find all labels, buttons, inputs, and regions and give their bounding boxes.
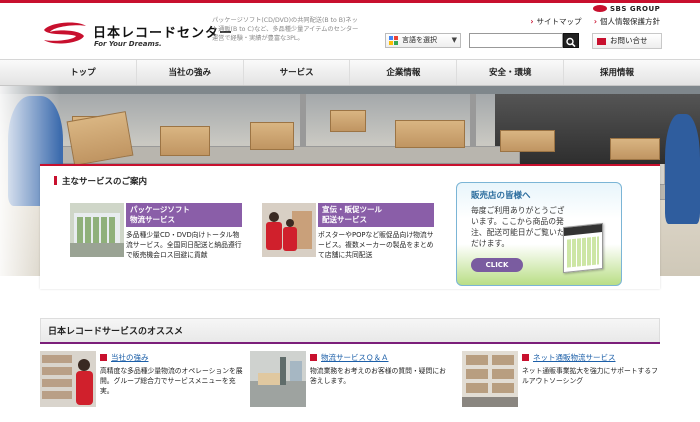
search-icon [566, 37, 576, 48]
recommend-text: 物流業務をお考えのお客様の質問・疑問にお答えします。 [310, 367, 446, 385]
mail-icon [597, 38, 606, 45]
package-software-photo [70, 203, 124, 257]
top-accent-line [0, 0, 700, 3]
site-logo[interactable]: 日本レコードセンター For Your Dreams. [40, 20, 232, 50]
red-square-icon [310, 354, 317, 361]
ceiling-beam [0, 86, 700, 94]
recommend-header: 日本レコードサービスのオススメ [40, 314, 660, 344]
services-panel: 主なサービスのご案内 パッケージソフト 物流サービス 多品種少量CD・DVD向けト… [40, 164, 660, 289]
cardboard-box [250, 122, 294, 150]
cardboard-box [330, 110, 366, 132]
service-text: ポスターやPOPなど販促品向け物流サービス。複数メーカーの製品をまとめて店舗に共… [318, 231, 434, 259]
recommend-item-qa[interactable]: 物流サービスＱ＆Ａ 物流業務をお考えのお客様の質問・疑問にお答えします。 [250, 351, 450, 411]
service-card-promo[interactable]: 宣伝・販促ツール 配送サービス ポスターやPOPなど販促品向け物流サービス。複数メ… [262, 203, 437, 293]
calendar-icon [563, 222, 603, 274]
search-input[interactable] [469, 33, 563, 48]
recommend-text: 高精度な多品種少量物流のオペレーションを展開。グループ総合力でサービスメニューを… [100, 367, 243, 395]
promo-delivery-photo [262, 203, 316, 257]
nav-item-top[interactable]: トップ [30, 60, 137, 85]
search-button[interactable] [563, 33, 579, 48]
services-title: 主なサービスのご案内 [54, 175, 147, 187]
nav-item-recruit[interactable]: 採用情報 [564, 60, 670, 85]
recommend-title: 日本レコードサービスのオススメ [48, 327, 184, 337]
banner-title: 販売店の皆様へ [471, 191, 531, 201]
dropdown-arrow-icon: ▼ [451, 36, 457, 44]
red-square-icon [522, 354, 529, 361]
chevron-right-icon: › [530, 17, 534, 26]
recommend-head: 物流サービスＱ＆Ａ [310, 352, 389, 363]
recommend-head: 当社の強み [100, 352, 149, 363]
sbs-mark-icon [593, 5, 607, 12]
logo-mark-icon [44, 22, 86, 44]
title-bar-icon [54, 176, 57, 185]
chevron-right-icon: › [593, 17, 597, 26]
recommend-head: ネット通販物流サービス [522, 352, 616, 363]
cardboard-box [395, 120, 465, 148]
qa-photo [250, 351, 306, 407]
nav-item-services[interactable]: サービス [244, 60, 351, 85]
dealer-banner[interactable]: 販売店の皆様へ 毎度ご利用ありがとうございます。ここから商品の発注、配送可能日が… [456, 182, 622, 286]
global-nav: トップ 当社の強み サービス 企業情報 安全・環境 採用情報 [0, 59, 700, 86]
cardboard-box [610, 138, 660, 160]
cardboard-box [160, 126, 210, 156]
service-text: 多品種少量CD・DVD向けトータル物流サービス。全国同日配送と納品遵行で販売機会… [126, 231, 242, 259]
privacy-link[interactable]: › 個人情報保護方針 [594, 17, 660, 26]
sitemap-link[interactable]: › サイトマップ [530, 17, 581, 26]
nav-item-company[interactable]: 企業情報 [350, 60, 458, 85]
service-card-package[interactable]: パッケージソフト 物流サービス 多品種少量CD・DVD向けトータル物流サービス。全… [70, 203, 245, 293]
service-head: 宣伝・販促ツール 配送サービス [318, 203, 434, 227]
nav-item-safety[interactable]: 安全・環境 [457, 60, 565, 85]
recommend-item-ecommerce[interactable]: ネット通販物流サービス ネット通販事業拡大を強力にサポートするフルアウトソーシン… [462, 351, 662, 411]
nav-item-strengths[interactable]: 当社の強み [137, 60, 244, 85]
service-head: パッケージソフト 物流サービス [126, 203, 242, 227]
recommend-item-strengths[interactable]: 当社の強み 高精度な多品種少量物流のオペレーションを展開。グループ総合力でサービ… [40, 351, 245, 411]
language-select[interactable]: 言語を選択 ▼ [385, 33, 461, 48]
cardboard-box [500, 130, 555, 152]
recommend-text: ネット通販事業拡大を強力にサポートするフルアウトソーシング [522, 367, 658, 385]
banner-text: 毎度ご利用ありがとうございます。ここから商品の発注、配送可能日がご覧いただけます… [471, 206, 565, 248]
ecommerce-photo [462, 351, 518, 407]
top-links: › サイトマップ › 個人情報保護方針 [520, 16, 660, 27]
red-square-icon [100, 354, 107, 361]
google-translate-icon [389, 36, 398, 45]
strengths-photo [40, 351, 96, 407]
contact-button[interactable]: お問い合せ [592, 33, 662, 49]
brand-tagline: For Your Dreams. [94, 40, 162, 48]
banner-click-button[interactable]: CLICK [471, 258, 523, 272]
worker-figure [665, 114, 700, 224]
group-logo[interactable]: SBS GROUP [593, 5, 660, 13]
company-intro: パッケージソフト(CD/DVD)の共同配送(B to B)ネット通販(B to … [212, 17, 359, 42]
